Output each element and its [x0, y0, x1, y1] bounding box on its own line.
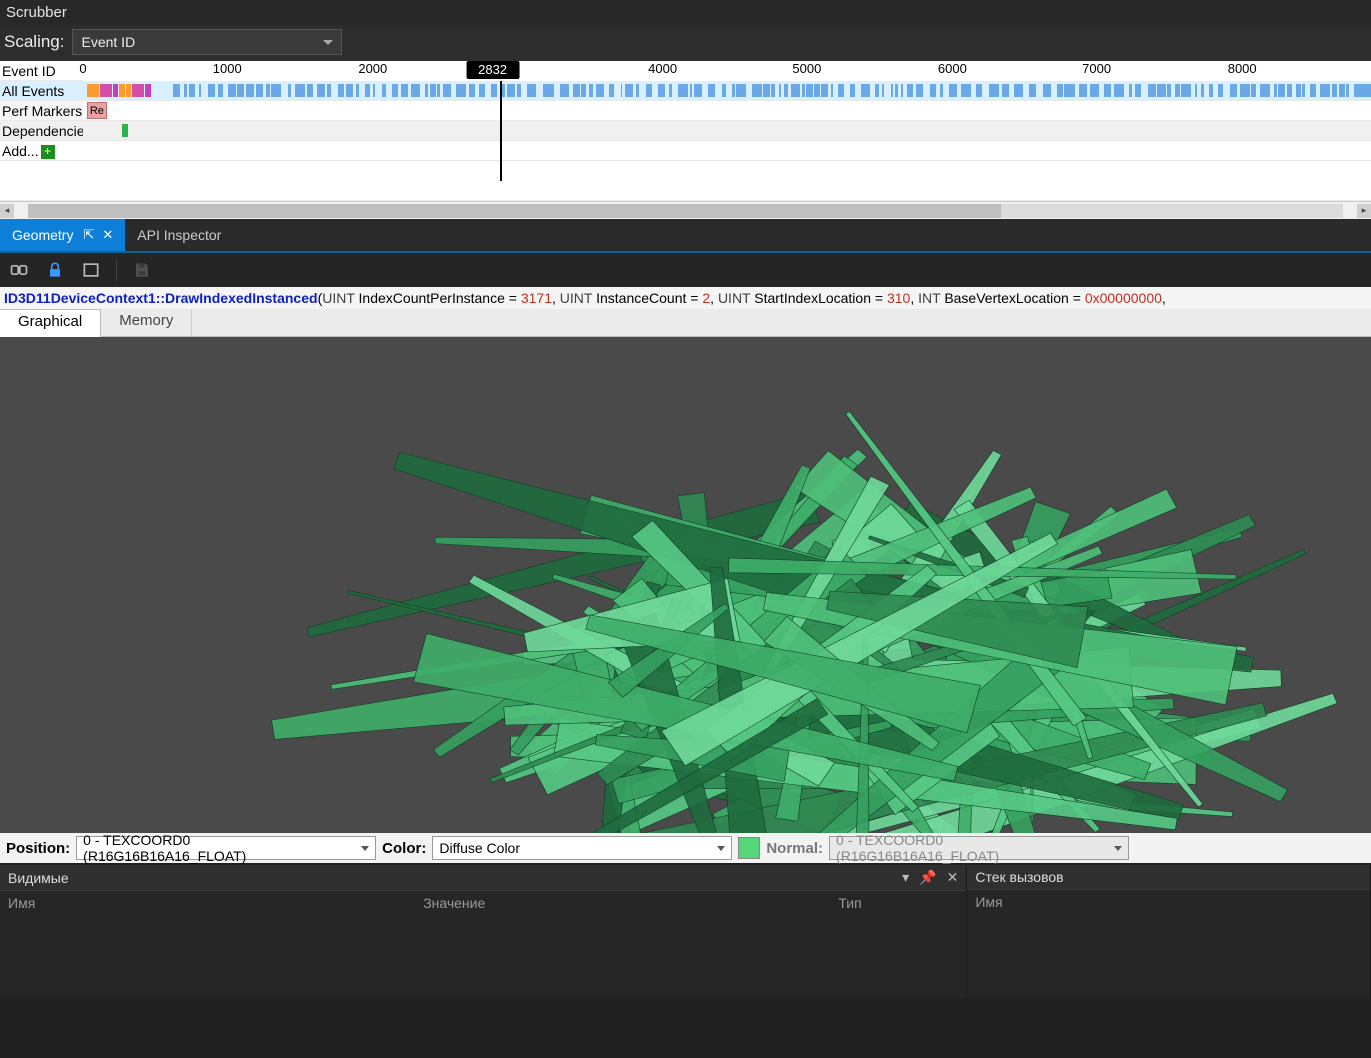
toolbar-separator — [116, 259, 117, 281]
row-label-perf-markers: Perf Markers — [0, 101, 83, 120]
row-label-all-events: All Events — [0, 81, 83, 100]
close-icon[interactable]: ✕ — [947, 869, 959, 886]
close-icon[interactable]: ✕ — [102, 227, 113, 243]
scaling-select-value: Event ID — [81, 34, 135, 50]
dependencies-track[interactable] — [83, 121, 1371, 140]
position-label: Position: — [6, 840, 70, 857]
chevron-down-icon — [717, 846, 725, 851]
geometry-viewport[interactable] — [0, 337, 1371, 833]
ruler-tick: 6000 — [938, 61, 967, 76]
panel-tab-bar: Geometry ⇱ ✕ API Inspector — [0, 219, 1371, 253]
scaling-label: Scaling: — [2, 32, 64, 52]
plus-icon[interactable]: + — [41, 145, 55, 159]
pin-icon[interactable]: 📌 — [919, 869, 936, 886]
link-icon[interactable] — [8, 259, 30, 281]
position-select[interactable]: 0 - TEXCOORD0 (R16G16B16A16_FLOAT) — [76, 836, 376, 860]
ruler-body[interactable]: 0 1000 2000 3000 4000 5000 6000 7000 800… — [83, 61, 1371, 81]
scroll-thumb[interactable] — [28, 204, 1001, 218]
dependency-marker — [122, 124, 128, 137]
normal-select: 0 - TEXCOORD0 (R16G16B16A16_FLOAT) — [829, 836, 1129, 860]
window-icon[interactable] — [80, 259, 102, 281]
ruler-tick: 0 — [79, 61, 86, 76]
perf-markers-track[interactable]: Re — [83, 101, 1371, 120]
tab-api-inspector[interactable]: API Inspector — [125, 219, 233, 251]
lock-icon[interactable] — [44, 259, 66, 281]
panel-callstack-title: Стек вызовов — [975, 869, 1063, 885]
scroll-right-icon[interactable]: ▸ — [1357, 204, 1371, 218]
perf-marker[interactable]: Re — [87, 102, 107, 119]
playhead[interactable] — [500, 81, 502, 181]
scrubber-panel: Scrubber Scaling: Event ID Event ID 0 10… — [0, 0, 1371, 219]
geometry-options-bar: Position: 0 - TEXCOORD0 (R16G16B16A16_FL… — [0, 833, 1371, 863]
tab-geometry[interactable]: Geometry ⇱ ✕ — [0, 219, 125, 251]
ruler-tick: 7000 — [1082, 61, 1111, 76]
scrubber-title: Scrubber — [0, 0, 1371, 25]
pin-icon[interactable]: ⇱ — [83, 227, 94, 243]
add-track — [83, 141, 1371, 160]
save-icon[interactable] — [131, 259, 153, 281]
panel-callstack-columns: Имя — [967, 889, 1370, 914]
panel-visible-title: Видимые — [8, 870, 69, 886]
chevron-down-icon — [1114, 846, 1122, 851]
color-label: Color: — [382, 840, 426, 857]
chevron-down-icon[interactable]: ▾ — [902, 869, 909, 886]
chevron-down-icon — [323, 40, 333, 45]
scaling-select[interactable]: Event ID — [72, 29, 342, 55]
ruler-tick: 1000 — [213, 61, 242, 76]
timeline[interactable]: Event ID 0 1000 2000 3000 4000 5000 6000… — [0, 61, 1371, 219]
ruler-tick: 2000 — [358, 61, 387, 76]
scroll-left-icon[interactable]: ◂ — [0, 204, 14, 218]
ruler-tick: 8000 — [1228, 61, 1257, 76]
row-label-dependencies: Dependencies — [0, 121, 83, 140]
sub-tab-graphical[interactable]: Graphical — [0, 309, 101, 337]
normal-label: Normal: — [766, 840, 823, 857]
geometry-toolbar — [0, 253, 1371, 287]
current-event-badge: 2832 — [466, 61, 519, 79]
api-call-line: ID3D11DeviceContext1::DrawIndexedInstanc… — [0, 287, 1371, 309]
panel-visible-body[interactable] — [0, 915, 966, 999]
ruler-label: Event ID — [0, 61, 83, 80]
timeline-hscroll[interactable]: ◂ ▸ — [0, 201, 1371, 219]
ruler-tick: 5000 — [792, 61, 821, 76]
color-swatch[interactable] — [738, 837, 760, 859]
row-label-add[interactable]: Add... + — [0, 141, 83, 160]
bottom-dock: Видимые ▾ 📌 ✕ Имя Значение Тип Стек вызо… — [0, 865, 1371, 999]
panel-visible-columns: Имя Значение Тип — [0, 890, 966, 915]
ruler-tick: 4000 — [648, 61, 677, 76]
panel-callstack-body[interactable] — [967, 914, 1370, 999]
chevron-down-icon — [361, 846, 369, 851]
geometry-sub-tabs: Graphical Memory — [0, 309, 1371, 337]
panel-visible: Видимые ▾ 📌 ✕ Имя Значение Тип — [0, 865, 967, 999]
all-events-track[interactable] — [83, 81, 1371, 100]
color-select[interactable]: Diffuse Color — [432, 836, 732, 860]
panel-callstack: Стек вызовов Имя — [967, 865, 1371, 999]
timeline-blank — [0, 161, 1371, 201]
api-function-name: ID3D11DeviceContext1::DrawIndexedInstanc… — [4, 290, 318, 306]
sub-tab-memory[interactable]: Memory — [101, 309, 192, 336]
